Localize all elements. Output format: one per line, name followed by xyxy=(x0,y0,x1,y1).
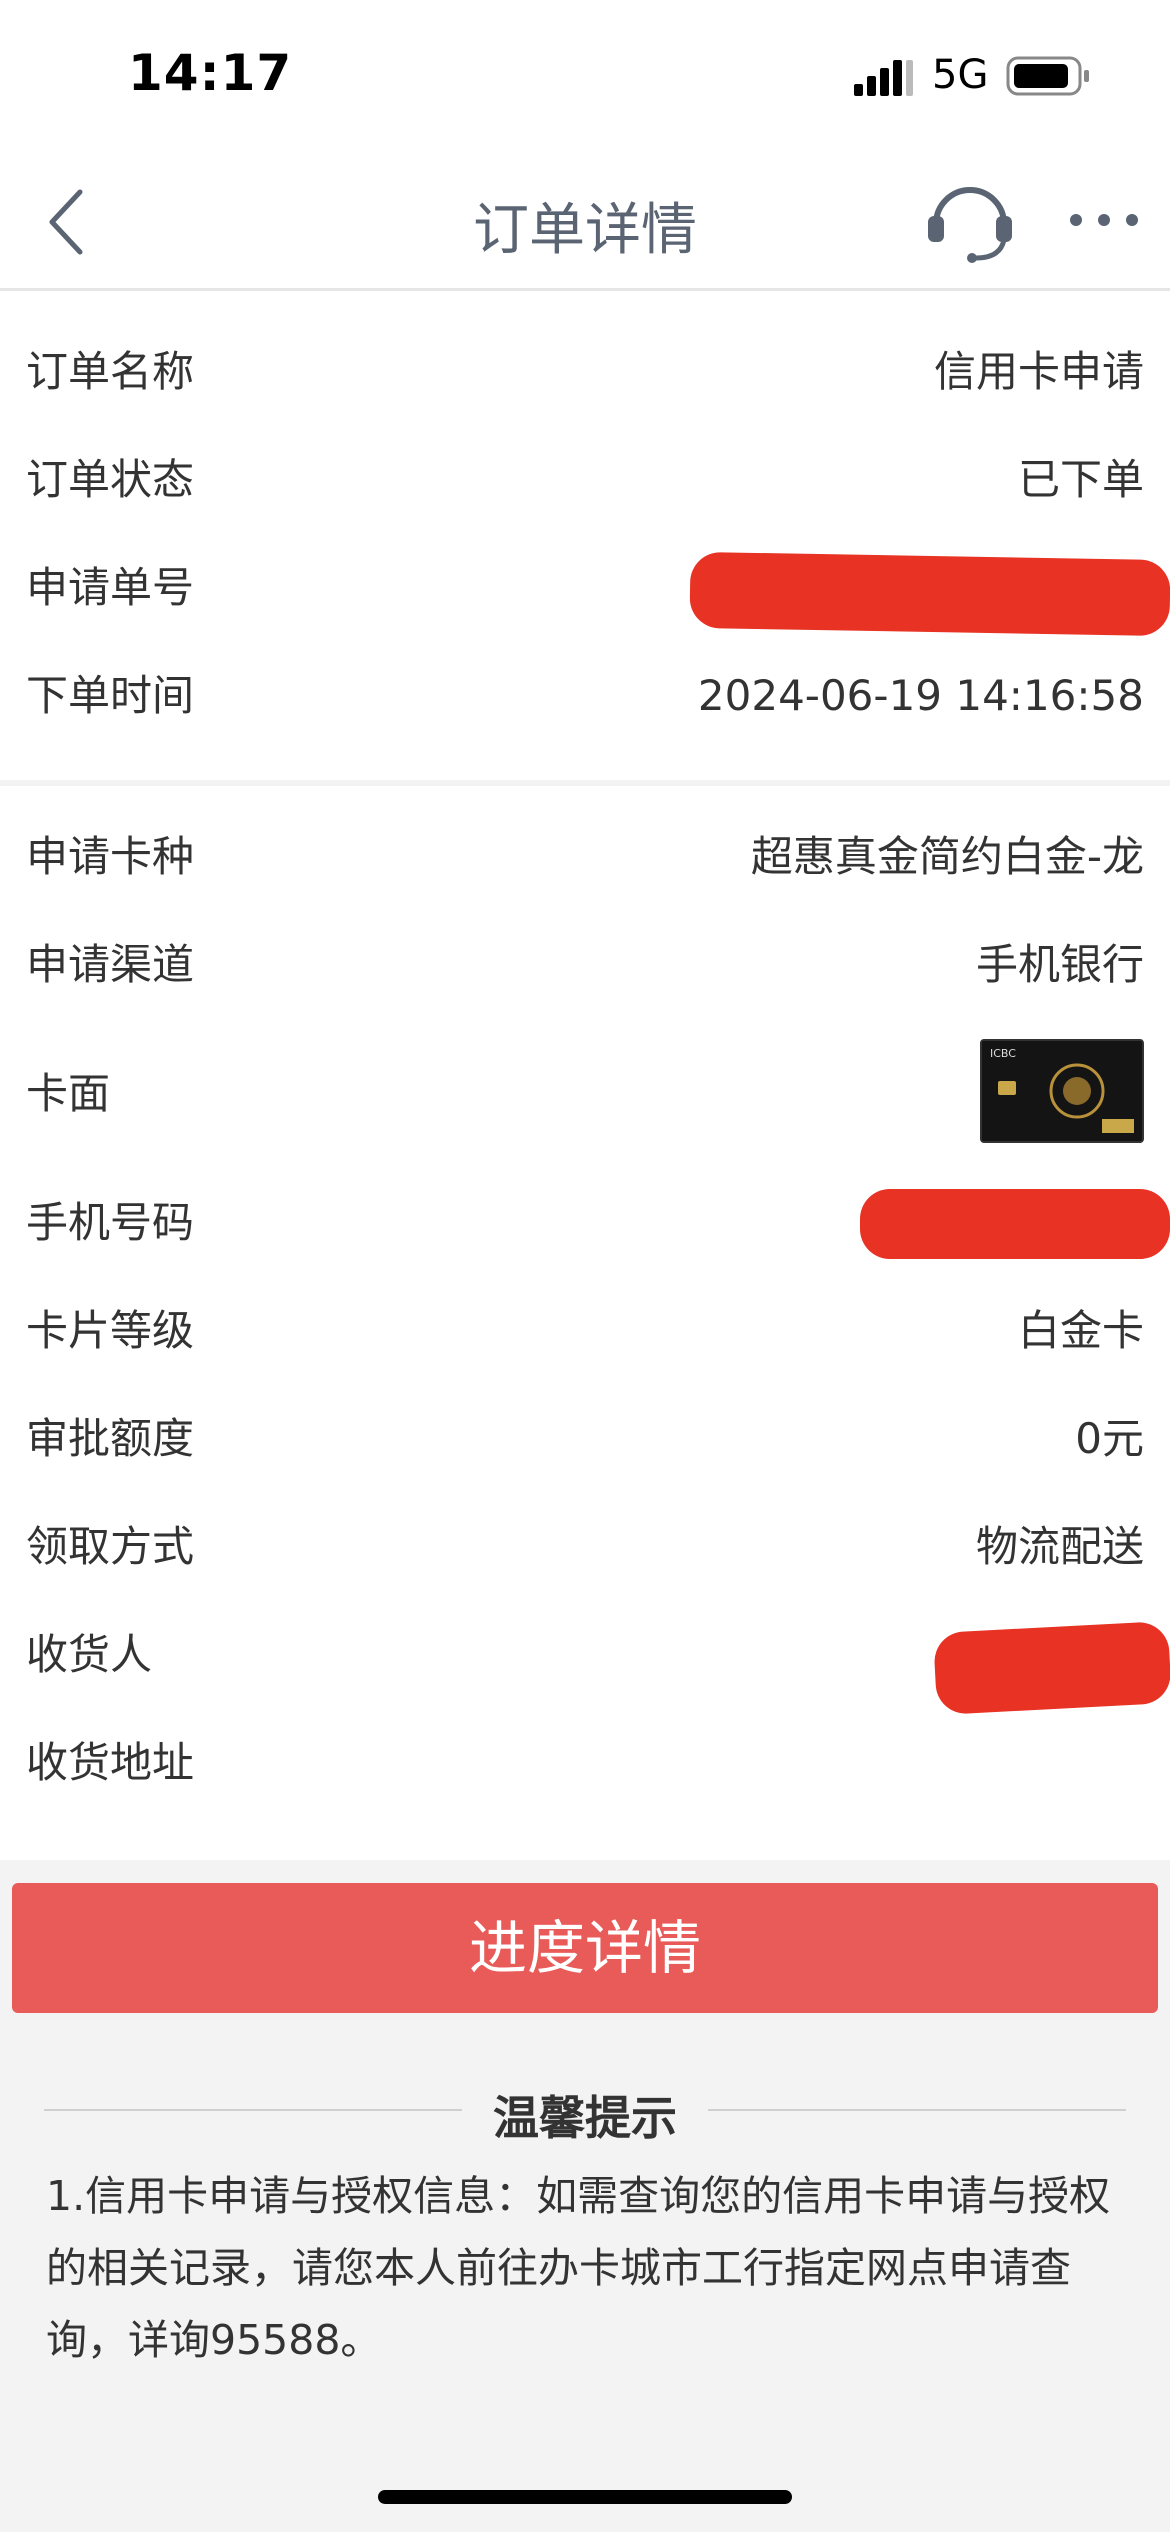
battery-icon xyxy=(1006,56,1089,96)
address-row: 收货地址 xyxy=(0,1709,1170,1817)
order-time-label: 下单时间 xyxy=(26,671,195,720)
network-type: 5G xyxy=(932,52,989,98)
progress-details-button[interactable]: 进度详情 xyxy=(12,1883,1158,2013)
card-type-value: 超惠真金简约白金-龙 xyxy=(750,832,1144,881)
recipient-row: 收货人 xyxy=(0,1601,1170,1716)
card-type-row: 申请卡种 超惠真金简约白金-龙 xyxy=(0,803,1170,911)
card-level-row: 卡片等级 白金卡 xyxy=(0,1277,1170,1385)
card-type-label: 申请卡种 xyxy=(26,832,195,881)
order-time-row: 下单时间 2024-06-19 14:16:58 xyxy=(0,642,1170,750)
redaction-mark xyxy=(689,551,1170,637)
address-label: 收货地址 xyxy=(26,1738,195,1787)
phone-label: 手机号码 xyxy=(26,1198,195,1247)
more-icon[interactable] xyxy=(1062,190,1146,250)
application-number-label: 申请单号 xyxy=(26,563,195,612)
order-name-label: 订单名称 xyxy=(26,347,195,396)
tips-title: 温馨提示 xyxy=(493,2091,677,2145)
order-status-row: 订单状态 已下单 xyxy=(0,426,1170,534)
delivery-method-value: 物流配送 xyxy=(975,1522,1144,1571)
card-image-graphic: ICBC xyxy=(982,1041,1142,1141)
phone-row: 手机号码 xyxy=(0,1169,1170,1277)
card-level-label: 卡片等级 xyxy=(26,1306,195,1355)
delivery-method-label: 领取方式 xyxy=(26,1522,195,1571)
redaction-mark xyxy=(860,1189,1170,1259)
card-brand-text: ICBC xyxy=(990,1047,1016,1060)
card-face-label: 卡面 xyxy=(26,1069,111,1118)
order-name-value: 信用卡申请 xyxy=(933,347,1144,396)
credit-limit-label: 审批额度 xyxy=(26,1414,195,1463)
channel-row: 申请渠道 手机银行 xyxy=(0,911,1170,1019)
delivery-method-row: 领取方式 物流配送 xyxy=(0,1493,1170,1601)
status-time: 14:17 xyxy=(128,44,293,102)
credit-limit-row: 审批额度 0元 xyxy=(0,1385,1170,1493)
navigation-bar: 订单详情 xyxy=(0,150,1170,291)
recipient-label: 收货人 xyxy=(26,1630,153,1679)
order-name-row: 订单名称 信用卡申请 xyxy=(0,318,1170,426)
order-status-value: 已下单 xyxy=(1017,455,1144,504)
channel-value: 手机银行 xyxy=(975,940,1144,989)
card-face-image[interactable]: ICBC xyxy=(980,1039,1144,1143)
order-time-value: 2024-06-19 14:16:58 xyxy=(697,671,1144,720)
card-face-row: 卡面 ICBC xyxy=(0,1019,1170,1169)
redaction-mark xyxy=(933,1620,1170,1716)
order-info-section: 订单名称 信用卡申请 订单状态 已下单 申请单号 下单时间 2024-06-19… xyxy=(0,291,1170,780)
application-number-row: 申请单号 xyxy=(0,534,1170,642)
credit-limit-value: 0元 xyxy=(1075,1414,1144,1463)
order-status-label: 订单状态 xyxy=(26,455,195,504)
channel-label: 申请渠道 xyxy=(26,940,195,989)
cellular-signal-icon xyxy=(854,60,913,96)
tips-body: 1.信用卡申请与授权信息：如需查询您的信用卡申请与授权的相关记录，请您本人前往办… xyxy=(46,2172,1111,2364)
tips-header: 温馨提示 xyxy=(44,2070,1126,2150)
status-bar: 14:17 5G xyxy=(0,0,1170,150)
card-level-value: 白金卡 xyxy=(1017,1306,1144,1355)
home-indicator[interactable] xyxy=(378,2490,792,2504)
card-info-section: 申请卡种 超惠真金简约白金-龙 申请渠道 手机银行 卡面 ICBC 手机号码 卡… xyxy=(0,786,1170,1860)
customer-service-icon[interactable] xyxy=(920,174,1020,264)
